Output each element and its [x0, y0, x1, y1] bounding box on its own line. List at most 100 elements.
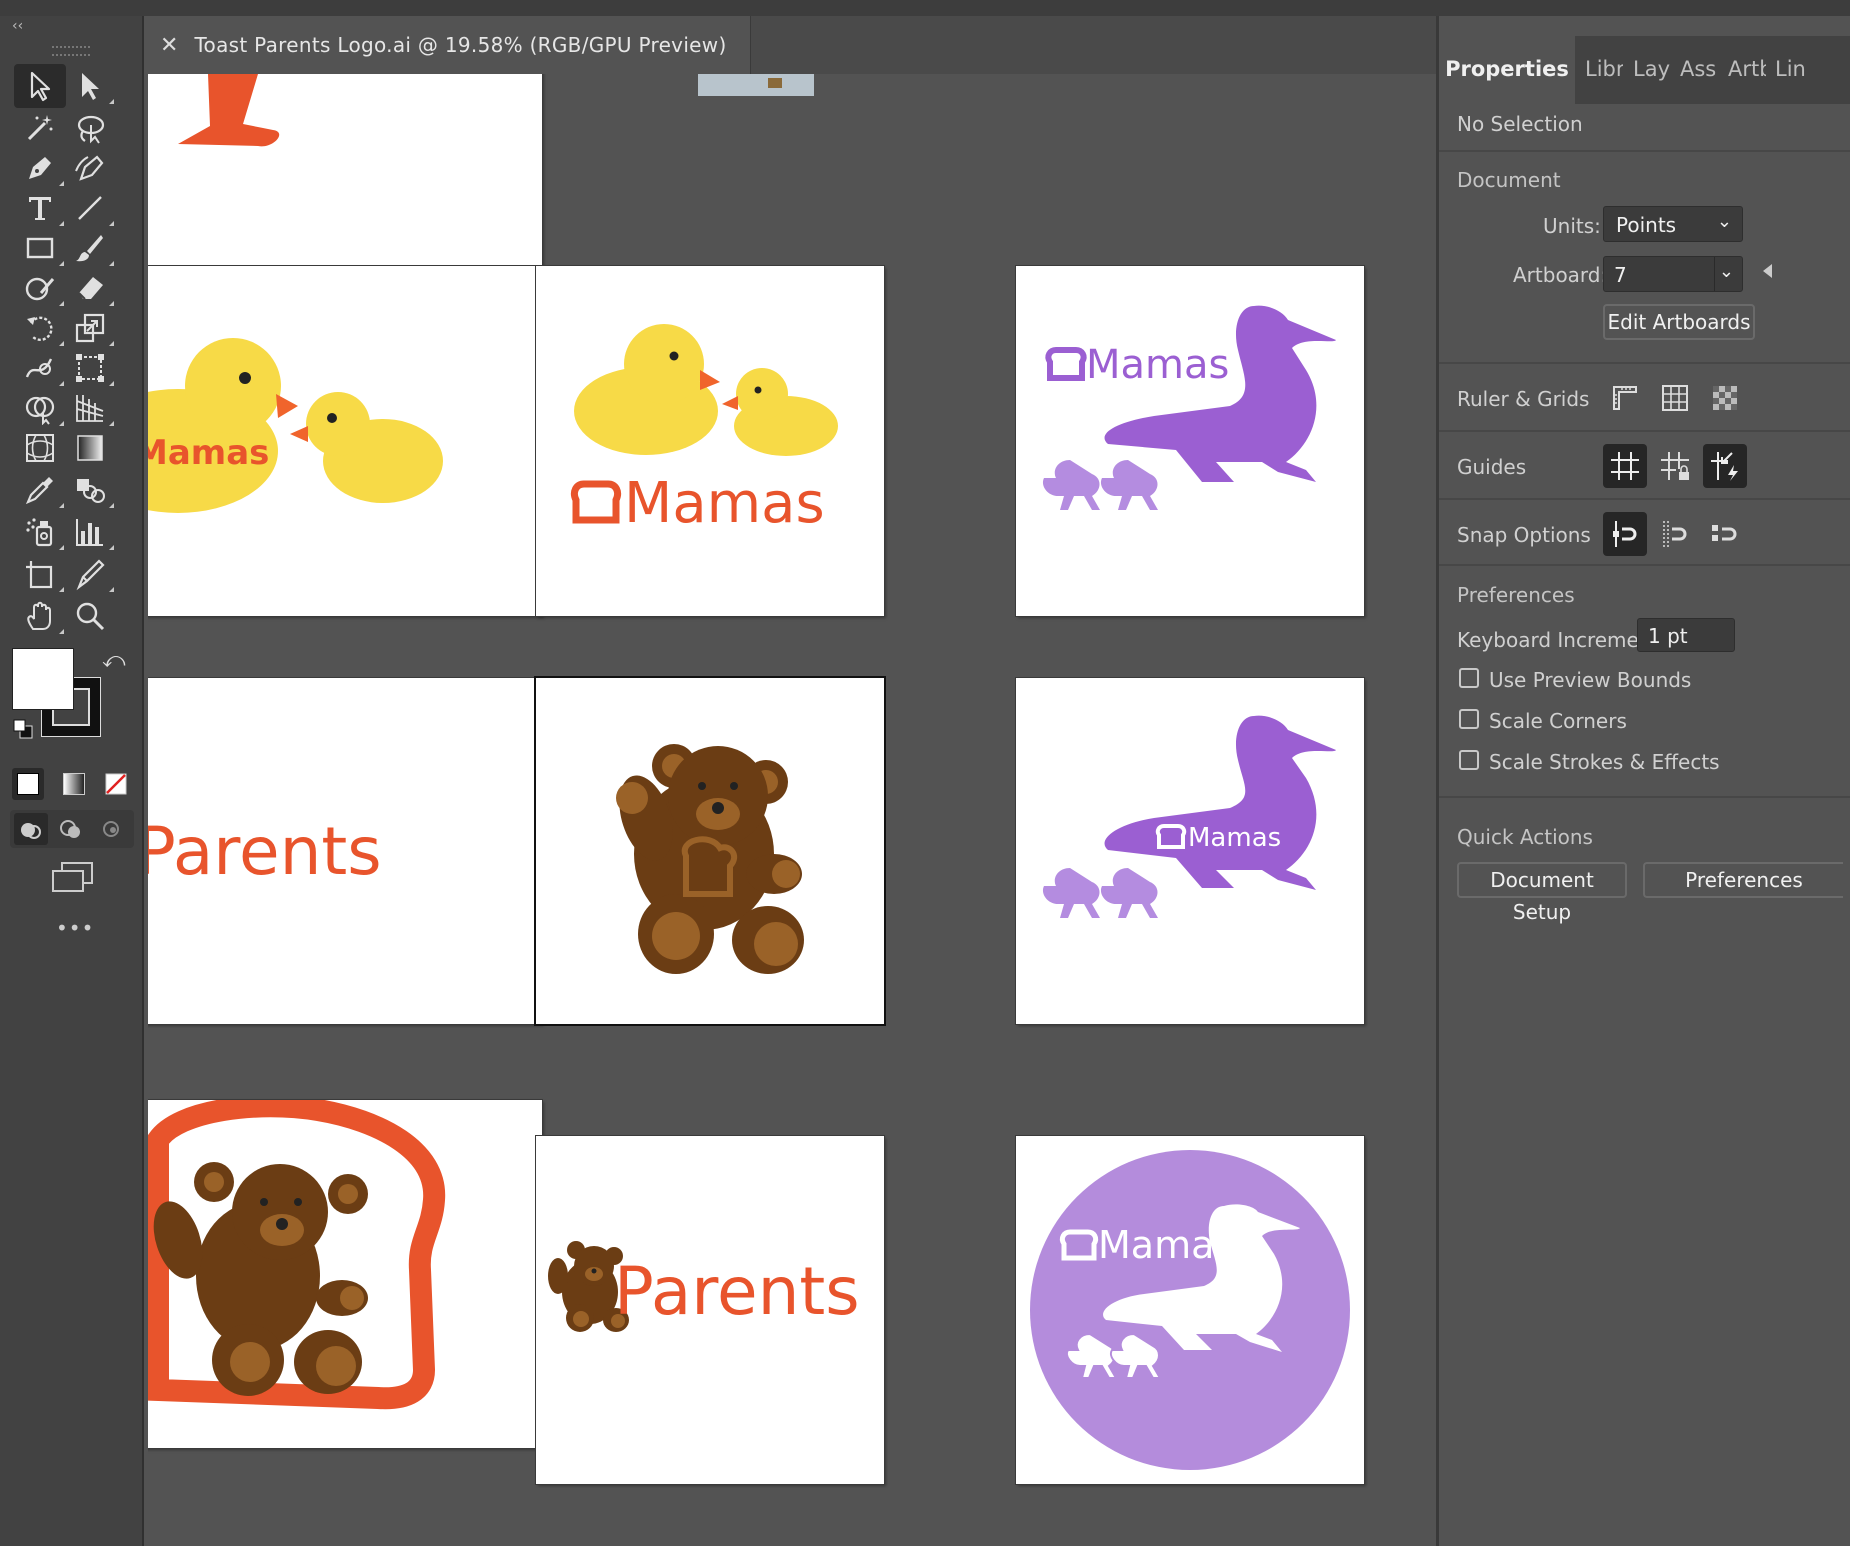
tab-properties[interactable]: Properties: [1439, 36, 1575, 104]
artboard-3[interactable]: Mamas: [536, 266, 884, 616]
eyedropper-tool-icon[interactable]: [14, 468, 66, 512]
artboard-select[interactable]: 7 ⌄: [1603, 256, 1743, 292]
eraser-tool-icon[interactable]: [64, 266, 116, 310]
direct-selection-tool-icon[interactable]: [64, 64, 116, 108]
zoom-tool-icon[interactable]: [64, 594, 116, 638]
curvature-tool-icon[interactable]: [64, 146, 116, 190]
edit-artboards-button[interactable]: Edit Artboards: [1603, 304, 1755, 340]
draw-inside-icon[interactable]: [94, 813, 128, 845]
tab-layers[interactable]: Laye: [1633, 36, 1671, 104]
pen-tool-icon[interactable]: [14, 146, 66, 190]
snap-to-glyph-icon[interactable]: [1703, 512, 1747, 556]
artboard-10[interactable]: Mamas: [1016, 1136, 1364, 1484]
lasso-tool-icon[interactable]: [64, 106, 116, 150]
units-dropdown[interactable]: Points ⌄: [1603, 206, 1743, 242]
divider: [1439, 564, 1850, 568]
tab-artboards[interactable]: Artb: [1728, 36, 1766, 104]
shape-builder-tool-icon[interactable]: [14, 386, 66, 430]
scale-corners-label: Scale Corners: [1489, 709, 1627, 733]
snap-to-point-icon[interactable]: [1603, 512, 1647, 556]
fill-swatch-front: [12, 648, 74, 710]
magic-wand-tool-icon[interactable]: [14, 106, 66, 150]
slice-tool-icon[interactable]: [64, 552, 116, 596]
transparency-grid-icon[interactable]: [1703, 376, 1747, 420]
edit-toolbar-button[interactable]: •••: [56, 916, 94, 940]
guides-label: Guides: [1457, 455, 1527, 479]
draw-normal-icon[interactable]: [14, 813, 48, 845]
selection-tool-icon[interactable]: [14, 64, 66, 108]
swap-fill-stroke-icon[interactable]: ⤺: [102, 648, 126, 673]
tools-panel: ‹‹ ⤺ •••: [0, 16, 144, 1546]
artboard-8[interactable]: Mamas: [1016, 678, 1364, 1024]
artboard-7-selected[interactable]: [536, 678, 884, 1024]
divider: [1439, 150, 1850, 154]
scale-strokes-effects-label: Scale Strokes & Effects: [1489, 750, 1720, 774]
use-preview-bounds-checkbox[interactable]: [1459, 668, 1479, 688]
paintbrush-tool-icon[interactable]: [64, 226, 116, 270]
collapse-toolbar-button[interactable]: ‹‹: [12, 18, 23, 34]
keyboard-increment-label: Keyboard Increment:: [1457, 628, 1667, 652]
column-graph-tool-icon[interactable]: [64, 510, 116, 554]
symbol-sprayer-tool-icon[interactable]: [14, 510, 66, 554]
scale-tool-icon[interactable]: [64, 306, 116, 350]
blend-tool-icon[interactable]: [64, 468, 116, 512]
artboard-9[interactable]: Parents: [536, 1136, 884, 1484]
document-setup-button[interactable]: Document Setup: [1457, 862, 1627, 924]
tab-asset-export[interactable]: Ass: [1680, 36, 1718, 104]
placed-image-thumbnail[interactable]: [698, 74, 814, 96]
color-mode-button[interactable]: [12, 768, 44, 800]
preferences-button[interactable]: Preferences: [1643, 862, 1843, 898]
perspective-grid-tool-icon[interactable]: [64, 386, 116, 430]
draw-behind-icon[interactable]: [54, 813, 88, 845]
artboard-4[interactable]: Mamas: [1016, 266, 1364, 616]
grid-icon[interactable]: [1653, 376, 1697, 420]
keyboard-increment-input[interactable]: 1 pt: [1637, 618, 1735, 652]
chevron-down-icon: ⌄: [1716, 211, 1732, 232]
free-transform-tool-icon[interactable]: [64, 346, 116, 390]
type-tool-icon[interactable]: [14, 186, 66, 230]
no-selection-label: No Selection: [1457, 112, 1583, 136]
divider: [1439, 430, 1850, 434]
chevron-down-icon: ⌄: [1718, 261, 1734, 282]
duck-foot-shape: [178, 74, 280, 147]
default-fill-stroke-icon[interactable]: [12, 718, 33, 739]
artboard-6[interactable]: [148, 1100, 542, 1448]
screen-mode-icon[interactable]: [50, 861, 96, 899]
tab-libraries[interactable]: Libr: [1585, 36, 1623, 104]
units-value: Points: [1616, 213, 1677, 237]
draw-modes: [10, 810, 134, 848]
warp-tool-icon[interactable]: [14, 346, 66, 390]
previous-artboard-icon[interactable]: [1763, 264, 1772, 278]
svg-text:Mamas: Mamas: [624, 471, 825, 536]
artboard-tool-icon[interactable]: [14, 552, 66, 596]
show-guides-icon[interactable]: [1603, 444, 1647, 488]
close-document-icon[interactable]: ✕: [160, 33, 178, 58]
gradient-mode-button[interactable]: [58, 768, 90, 800]
artboard-1[interactable]: [148, 74, 542, 298]
shaper-tool-icon[interactable]: [14, 266, 66, 310]
document-title: Toast Parents Logo.ai @ 19.58% (RGB/GPU …: [194, 33, 727, 57]
gradient-tool-icon[interactable]: [64, 426, 116, 470]
artboard-canvas[interactable]: Mamas Mamas Mamas Parents Mamas Parents …: [148, 74, 1436, 1546]
none-mode-button[interactable]: [100, 768, 132, 800]
ruler-icon[interactable]: [1603, 376, 1647, 420]
scale-strokes-effects-checkbox[interactable]: [1459, 750, 1479, 770]
artboard-label: Artboard:: [1513, 263, 1608, 287]
lock-guides-icon[interactable]: [1653, 444, 1697, 488]
smart-guides-icon[interactable]: [1703, 444, 1747, 488]
rectangle-tool-icon[interactable]: [14, 226, 66, 270]
line-segment-tool-icon[interactable]: [64, 186, 116, 230]
properties-panel: Properties Libr Laye Ass Artb Lin No Sel…: [1436, 16, 1850, 1546]
toolbar-grip[interactable]: [52, 46, 90, 56]
hand-tool-icon[interactable]: [14, 594, 66, 638]
mesh-tool-icon[interactable]: [14, 426, 66, 470]
artboard-2[interactable]: Mamas: [148, 266, 542, 616]
document-tab[interactable]: ✕ Toast Parents Logo.ai @ 19.58% (RGB/GP…: [146, 16, 751, 74]
ruler-grids-label: Ruler & Grids: [1457, 387, 1590, 411]
svg-text:Mamas: Mamas: [148, 433, 269, 473]
snap-to-pixel-icon[interactable]: [1653, 512, 1697, 556]
artboard-5[interactable]: Parents: [148, 678, 542, 1024]
rotate-tool-icon[interactable]: [14, 306, 66, 350]
scale-corners-checkbox[interactable]: [1459, 709, 1479, 729]
tab-links[interactable]: Lin: [1775, 36, 1815, 104]
